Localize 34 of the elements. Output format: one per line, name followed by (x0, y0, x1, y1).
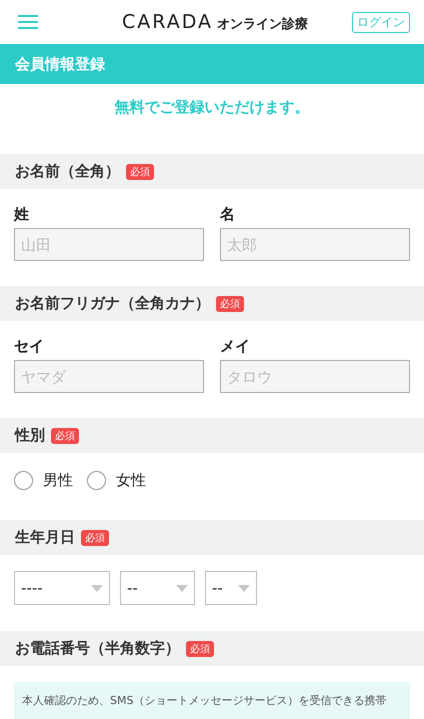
input-field[interactable]: タロウ (220, 360, 410, 393)
section-title: 性別 (15, 426, 45, 445)
menu-icon[interactable] (18, 15, 38, 29)
required-badge: 必須 (216, 296, 244, 312)
logo-subtitle: オンライン診療 (217, 16, 308, 33)
radio-button[interactable] (87, 471, 106, 490)
select-dropdown[interactable]: -- (120, 571, 195, 605)
section-title: お名前フリガナ（全角カナ） (15, 294, 210, 313)
required-badge: 必須 (51, 428, 79, 444)
select-dropdown[interactable]: ---- (14, 571, 110, 605)
select-dropdown[interactable]: -- (205, 571, 257, 605)
radio-option[interactable]: 女性 (87, 471, 146, 490)
lead-text: 無料でご登録いただけます。 (114, 98, 310, 118)
field-label: セイ (14, 337, 45, 356)
input-field[interactable]: ヤマダ (14, 360, 204, 393)
field-label: 名 (220, 205, 236, 224)
section-title: お電話番号（半角数字） (15, 639, 180, 658)
logo-text: CARADA (122, 11, 213, 33)
field-label: 姓 (14, 205, 30, 224)
caret-icon (91, 584, 103, 592)
input-field[interactable]: 山田 (14, 228, 204, 261)
page-title-bar: 会員情報登録 (0, 44, 424, 84)
required-badge: 必須 (81, 530, 109, 546)
caret-icon (238, 584, 250, 592)
required-badge: 必須 (126, 164, 154, 180)
section-title: 生年月日 (15, 528, 75, 547)
section-title: お名前（全角） (15, 162, 120, 181)
caret-icon (176, 584, 188, 592)
field-label: メイ (220, 337, 251, 356)
required-badge: 必須 (186, 640, 214, 656)
radio-option[interactable]: 男性 (14, 471, 73, 490)
input-field[interactable]: 太郎 (220, 228, 410, 261)
info-note: 本人確認のため、SMS（ショートメッセージサービス）を受信できる携帯 (14, 682, 410, 719)
radio-button[interactable] (14, 471, 33, 490)
